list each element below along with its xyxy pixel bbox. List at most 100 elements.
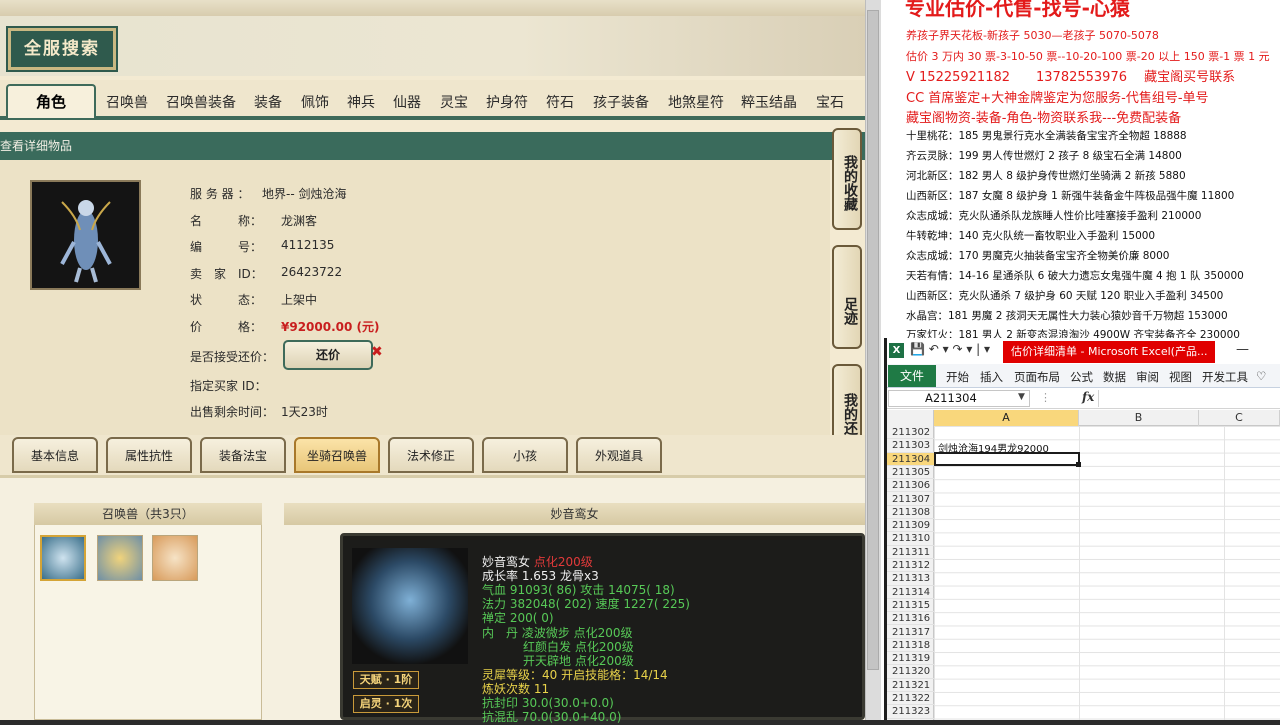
seller-id-label: 卖 家 ID： xyxy=(190,267,263,281)
tab-child-equipment[interactable]: 孩子装备 xyxy=(593,92,649,112)
name-label: 名 称： xyxy=(190,214,263,228)
formula-input[interactable] xyxy=(1098,390,1280,407)
character-portrait xyxy=(30,180,141,290)
ribbon-tab-developer[interactable]: 开发工具 xyxy=(1202,369,1248,385)
doc-listing: 山西新区：克火队通杀 7 级护身 60 天赋 120 职业入手盈利 34500 xyxy=(906,290,1224,302)
tab-rune-stone[interactable]: 符石 xyxy=(546,92,574,112)
pet-detail-header: 妙音鸾女 xyxy=(284,503,865,525)
doc-listing: 牛转乾坤：140 克火队统一畜牧职业入手盈利 15000 xyxy=(906,230,1156,242)
ribbon-collapse-icon[interactable]: ♡ xyxy=(1256,369,1266,383)
tab-amulet[interactable]: 护身符 xyxy=(486,92,528,112)
subtab-basic-info[interactable]: 基本信息 xyxy=(12,437,98,473)
tab-role[interactable]: 角色 xyxy=(6,84,96,118)
subtab-mount-pet[interactable]: 坐骑召唤兽 xyxy=(294,437,380,473)
chevron-down-icon[interactable]: ▼ xyxy=(1018,392,1025,402)
row-header[interactable]: 211321 xyxy=(886,679,934,692)
subtab-equip-treasure[interactable]: 装备法宝 xyxy=(200,437,286,473)
my-favorites-button[interactable]: 我的收藏 xyxy=(832,128,862,230)
footprint-button[interactable]: 足迹 xyxy=(832,245,862,349)
selected-cell-a211304[interactable] xyxy=(934,452,1080,466)
row-header[interactable]: 211310 xyxy=(886,532,934,546)
row-header[interactable]: 211303 xyxy=(886,439,934,453)
row-header[interactable]: 211312 xyxy=(886,559,934,573)
ribbon-file-tab[interactable]: 文件 xyxy=(888,365,936,387)
quick-access-toolbar[interactable]: 💾 ↶ ▾ ↷ ▾ | ▾ xyxy=(910,342,990,356)
tab-pet[interactable]: 召唤兽 xyxy=(106,92,148,112)
row-header[interactable]: 211315 xyxy=(886,599,934,613)
tabs-underline xyxy=(0,116,865,120)
column-header-a[interactable]: A xyxy=(934,410,1079,426)
name-box[interactable]: A211304 xyxy=(888,390,1030,407)
subtab-attributes[interactable]: 属性抗性 xyxy=(106,437,192,473)
row-header[interactable]: 211306 xyxy=(886,479,934,493)
counter-offer-button[interactable]: 还价 xyxy=(283,340,373,370)
tab-jade-crystal[interactable]: 粹玉结晶 xyxy=(741,92,797,112)
ribbon-tab-insert[interactable]: 插入 xyxy=(980,369,1003,385)
doc-red-line-1: 养孩子界天花板-新孩子 5030—老孩子 5070-5078 xyxy=(906,29,1159,42)
pet-resist-chaos: 抗混乱 70.0(30.0+40.0) xyxy=(482,710,622,724)
close-icon: ✖ xyxy=(371,344,383,360)
cell-grid[interactable] xyxy=(934,426,1280,720)
insert-function-icon[interactable]: fx xyxy=(1082,390,1094,404)
select-all-corner[interactable] xyxy=(886,410,934,426)
row-header[interactable]: 211323 xyxy=(886,705,934,719)
scrollbar-thumb[interactable] xyxy=(867,10,879,670)
buyer-id-label: 指定买家 ID： xyxy=(190,379,267,393)
row-header[interactable]: 211319 xyxy=(886,652,934,666)
row-header[interactable]: 211309 xyxy=(886,519,934,533)
formula-buttons: ⋮ xyxy=(1040,391,1051,404)
row-header[interactable]: 211316 xyxy=(886,612,934,626)
price-value: ¥92000.00 (元) xyxy=(281,320,380,334)
subtab-appearance[interactable]: 外观道具 xyxy=(576,437,662,473)
row-header[interactable]: 211314 xyxy=(886,586,934,599)
ribbon-tab-review[interactable]: 审阅 xyxy=(1136,369,1159,385)
row-header[interactable]: 211311 xyxy=(886,546,934,559)
doc-listing: 天若有情：14-16 星通杀队 6 破大力遗忘女鬼强牛魔 4 抱 1 队 350… xyxy=(906,270,1244,282)
tab-gem[interactable]: 宝石 xyxy=(816,92,844,112)
tab-star-talisman[interactable]: 地煞星符 xyxy=(668,92,724,112)
row-header[interactable]: 211304 xyxy=(886,452,934,466)
character-figure-icon xyxy=(60,200,112,283)
row-header[interactable]: 211308 xyxy=(886,506,934,520)
row-header[interactable]: 211318 xyxy=(886,639,934,653)
number-value: 4112135 xyxy=(281,238,335,252)
tab-equipment[interactable]: 装备 xyxy=(254,92,282,112)
ribbon-tab-view[interactable]: 视图 xyxy=(1169,369,1192,385)
global-search-logo[interactable]: 全服搜索 xyxy=(8,28,116,70)
ribbon-tab-formulas[interactable]: 公式 xyxy=(1070,369,1093,385)
fill-handle[interactable] xyxy=(1076,462,1081,467)
tab-accessory[interactable]: 佩饰 xyxy=(301,92,329,112)
tab-immortal-artifact[interactable]: 仙器 xyxy=(393,92,421,112)
name-value: 龙渊客 xyxy=(281,214,318,228)
tab-divine-weapon[interactable]: 神兵 xyxy=(347,92,375,112)
row-header[interactable]: 211320 xyxy=(886,665,934,679)
ribbon-tab-data[interactable]: 数据 xyxy=(1103,369,1126,385)
column-header-b[interactable]: B xyxy=(1079,410,1199,426)
row-header[interactable]: 211305 xyxy=(886,466,934,480)
subtab-spell-modify[interactable]: 法术修正 xyxy=(388,437,474,473)
minimize-icon[interactable]: — xyxy=(1236,342,1249,357)
row-header[interactable]: 211322 xyxy=(886,692,934,706)
pet-list-header: 召唤兽（共3只） xyxy=(34,503,262,525)
tab-pet-equipment[interactable]: 召唤兽装备 xyxy=(166,92,236,112)
ribbon-tab-layout[interactable]: 页面布局 xyxy=(1014,369,1060,385)
pet-thumb-1[interactable] xyxy=(40,535,86,581)
row-header[interactable]: 211317 xyxy=(886,626,934,639)
ribbon-tab-home[interactable]: 开始 xyxy=(946,369,969,385)
doc-contact-line: V 15225921182 13782553976 藏宝阁买号联系 xyxy=(906,70,1236,85)
number-label: 编 号： xyxy=(190,240,263,254)
excel-app-icon[interactable]: X xyxy=(889,343,904,358)
pet-thumb-2[interactable] xyxy=(97,535,143,581)
pet-thumb-3[interactable] xyxy=(152,535,198,581)
doc-cbg-line: 藏宝阁物资-装备-角色-物资联系我---免费配装备 xyxy=(906,111,1182,126)
doc-listing: 十里桃花：185 男鬼景行克水全满装备宝宝齐全物超 18888 xyxy=(906,130,1187,142)
row-header[interactable]: 211302 xyxy=(886,426,934,440)
doc-listing: 山西新区：187 女魔 8 级护身 1 新强牛装备金牛阵极品强牛魔 11800 xyxy=(906,190,1235,202)
tab-spirit-treasure[interactable]: 灵宝 xyxy=(440,92,468,112)
doc-title: 专业估价-代售-找号-心猿 xyxy=(905,0,1130,20)
row-header[interactable]: 211307 xyxy=(886,493,934,506)
top-band xyxy=(0,0,865,16)
column-header-c[interactable]: C xyxy=(1199,410,1280,426)
row-header[interactable]: 211313 xyxy=(886,572,934,586)
subtab-child[interactable]: 小孩 xyxy=(482,437,568,473)
